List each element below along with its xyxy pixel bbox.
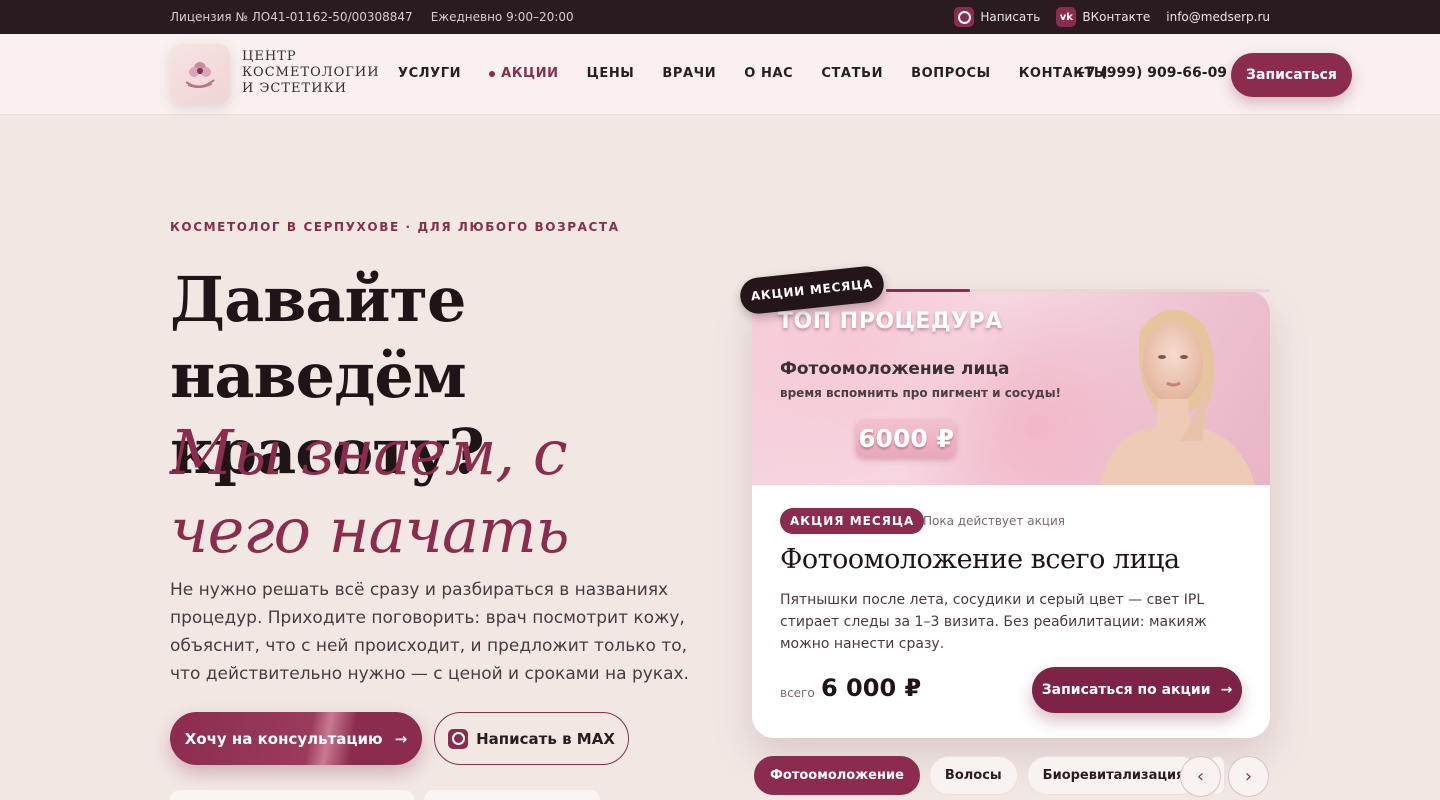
banner-title: Фотоомоложение лица — [780, 359, 1010, 379]
hero-lead: Не нужно решать всё сразу и разбираться … — [170, 580, 689, 684]
promo-title: Фотоомоложение всего лица — [780, 544, 1180, 575]
phone-link[interactable]: +7 (999) 909-66-09 — [1074, 65, 1227, 81]
arrow-right-icon: → — [1220, 682, 1233, 698]
hero-title-accent: Мы знаем, с чего начать — [170, 416, 570, 567]
write-link[interactable]: Написать — [954, 7, 1040, 27]
nav-item-promotions-label: АКЦИИ — [501, 66, 559, 81]
nav-item-services[interactable]: УСЛУГИ — [398, 66, 461, 81]
promo-banner: ТОП ПРОЦЕДУРА Фотоомоложение лица время … — [752, 291, 1270, 485]
write-link-label: Написать — [980, 10, 1041, 24]
slider-progress-fill — [886, 289, 971, 292]
logo-text[interactable]: ЦЕНТР КОСМЕТОЛОГИИ И ЭСТЕТИКИ — [242, 49, 382, 97]
next-slide-button[interactable]: › — [1228, 756, 1269, 797]
vk-link-label: ВКонтакте — [1082, 10, 1151, 24]
top-bar: Лицензия № ЛО41-01162-50/00308847 Ежедне… — [0, 0, 1440, 34]
write-max-button-label: Написать в MAX — [476, 729, 615, 748]
nav-item-doctors[interactable]: ВРАЧИ — [662, 66, 716, 81]
feature-card-stub — [170, 790, 414, 800]
prev-slide-button[interactable]: ‹ — [1180, 756, 1221, 797]
site-header: ЦЕНТР КОСМЕТОЛОГИИ И ЭСТЕТИКИ УСЛУГИ АКЦ… — [0, 34, 1440, 115]
consultation-button-label: Хочу на консультацию — [184, 729, 383, 748]
chip-biorevitalization[interactable]: Биоревитализация — [1026, 756, 1201, 795]
promo-card: ТОП ПРОЦЕДУРА Фотоомоложение лица время … — [752, 291, 1270, 738]
chip-photorejuvenation[interactable]: Фотоомоложение — [754, 756, 920, 795]
feature-card-stub — [424, 790, 600, 800]
chevron-left-icon: ‹ — [1196, 766, 1205, 787]
logo[interactable] — [170, 44, 230, 104]
logo-flower-hand-icon — [185, 62, 215, 88]
nav-item-about[interactable]: О НАС — [744, 66, 793, 81]
consultation-button[interactable]: Хочу на консультацию → — [170, 712, 422, 765]
promo-pill: АКЦИЯ МЕСЯЦА — [780, 508, 925, 534]
nav-item-prices[interactable]: ЦЕНЫ — [587, 66, 635, 81]
chip-hair[interactable]: Волосы — [928, 756, 1018, 795]
email-link[interactable]: info@medserp.ru — [1166, 10, 1270, 24]
promo-description: Пятнышки после лета, сосудики и серый цв… — [780, 592, 1207, 652]
arrow-right-icon: → — [394, 729, 408, 748]
write-max-button[interactable]: Написать в MAX — [434, 712, 629, 765]
book-promo-button[interactable]: Записаться по акции → — [1032, 667, 1242, 713]
price-value: 6 000 ₽ — [821, 674, 922, 702]
vk-icon: vk — [1056, 7, 1077, 27]
category-chips: Фотоомоложение Волосы Биоревитализация — [754, 756, 1226, 795]
opening-hours: Ежедневно 9:00–20:00 — [430, 10, 574, 24]
nav-item-faq[interactable]: ВОПРОСЫ — [911, 66, 991, 81]
chevron-right-icon: › — [1244, 766, 1253, 787]
woman-portrait-image — [1100, 309, 1255, 485]
nav-item-promotions[interactable]: АКЦИИ — [489, 66, 559, 81]
vk-link[interactable]: vk ВКонтакте — [1056, 7, 1150, 27]
slider-progress — [886, 289, 1270, 292]
max-messenger-icon — [954, 7, 975, 27]
book-promo-button-label: Записаться по акции — [1041, 682, 1211, 698]
banner-price: 6000 ₽ — [856, 419, 956, 457]
nav-item-articles[interactable]: СТАТЬИ — [821, 66, 883, 81]
banner-subtitle: время вспомнить про пигмент и сосуды! — [780, 386, 1062, 400]
promo-pill-note: Пока действует акция — [923, 514, 1065, 528]
hero-eyebrow: КОСМЕТОЛОГ В СЕРПУХОВЕ · ДЛЯ ЛЮБОГО ВОЗР… — [170, 220, 620, 234]
license-text: Лицензия № ЛО41-01162-50/00308847 — [170, 10, 413, 24]
price-label: всего — [780, 686, 815, 700]
max-messenger-icon — [448, 728, 469, 749]
main-nav: УСЛУГИ АКЦИИ ЦЕНЫ ВРАЧИ О НАС СТАТЬИ ВОП… — [398, 66, 1108, 81]
book-button[interactable]: Записаться — [1231, 53, 1352, 97]
banner-top-label: ТОП ПРОЦЕДУРА — [778, 309, 1003, 334]
